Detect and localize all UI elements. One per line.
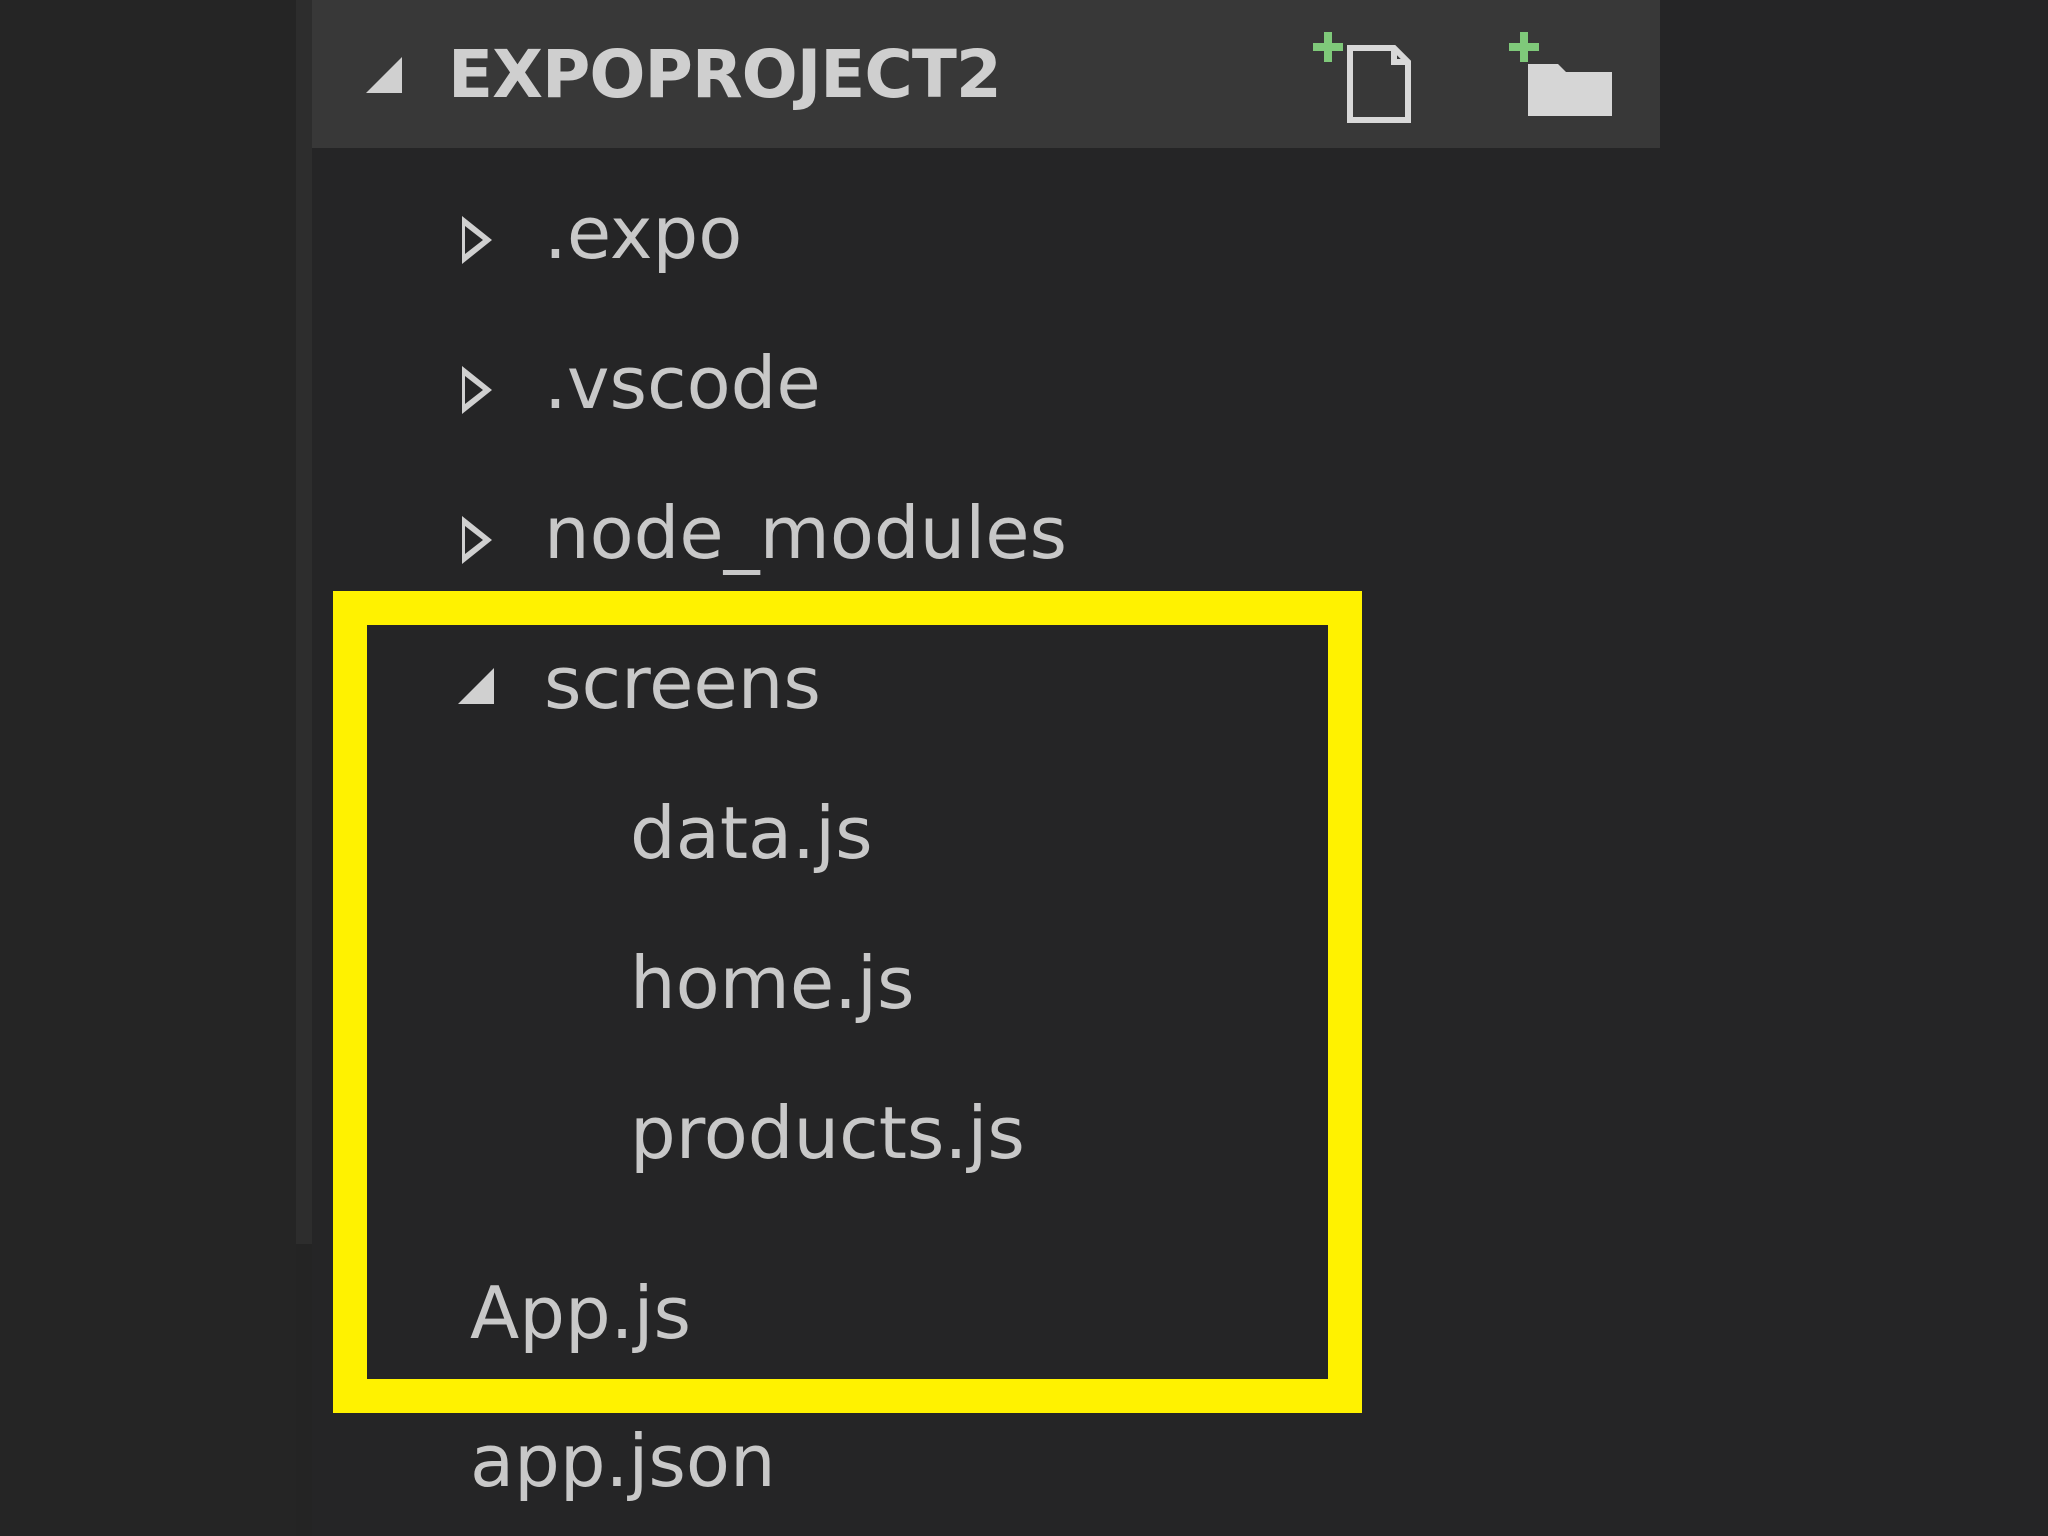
tree-item-vscode[interactable]: .vscode [312,308,1660,458]
tree-item-label: app.json [470,1419,776,1503]
tree-item-label: .vscode [544,341,821,425]
chevron-down-icon[interactable] [366,57,402,93]
explorer-screen: EXPOPROJECT2 .expo .vscode node_modules … [0,0,2048,1536]
project-title[interactable]: EXPOPROJECT2 [448,30,1002,120]
tree-item-node-modules[interactable]: node_modules [312,458,1660,608]
tree-item-data-js[interactable]: data.js [312,758,1660,908]
activity-edge [296,0,312,1244]
tree-item-products-js[interactable]: products.js [312,1058,1660,1208]
tree-item-expo[interactable]: .expo [312,158,1660,308]
tree-item-label: products.js [630,1091,1025,1175]
chevron-right-icon[interactable] [462,516,492,564]
chevron-down-icon[interactable] [458,668,494,704]
chevron-right-icon[interactable] [462,216,492,264]
tree-item-label: .expo [544,191,743,275]
tree-item-app-js[interactable]: App.js [312,1238,1660,1388]
tree-item-label: screens [544,641,821,725]
left-gutter [0,0,296,1536]
tree-item-label: App.js [470,1271,692,1355]
chevron-right-icon[interactable] [462,366,492,414]
tree-item-label: node_modules [544,491,1068,575]
new-folder-icon[interactable] [1508,28,1618,124]
tree-item-app-json[interactable]: app.json [312,1386,1660,1536]
tree-item-screens[interactable]: screens [312,608,1660,758]
tree-item-home-js[interactable]: home.js [312,908,1660,1058]
tree-item-label: home.js [630,941,915,1025]
tree-item-label: data.js [630,791,873,875]
new-file-icon[interactable] [1312,28,1422,124]
